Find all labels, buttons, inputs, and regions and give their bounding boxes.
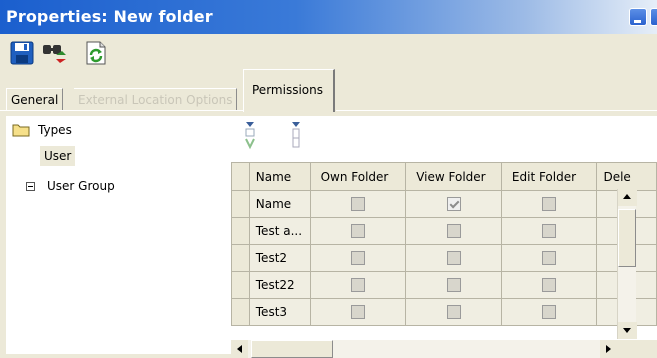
- table-row[interactable]: Name: [231, 190, 657, 218]
- horizontal-scrollbar[interactable]: [231, 340, 617, 358]
- table-row[interactable]: Test22: [231, 271, 657, 299]
- grid-header-row: Name Own Folder View Folder Edit Folder …: [231, 162, 657, 191]
- cell-own-folder: [309, 271, 407, 299]
- permission-checkbox[interactable]: [446, 305, 461, 320]
- permission-checkbox[interactable]: [350, 197, 365, 212]
- arrow-up-icon: [623, 194, 631, 199]
- tab-divider: [336, 110, 657, 111]
- table-row[interactable]: Test2: [231, 244, 657, 272]
- cell-name: Name: [248, 190, 311, 218]
- column-header-name[interactable]: Name: [248, 162, 311, 191]
- uncheck-all-button[interactable]: [289, 120, 303, 150]
- tab-external-location-options: External Location Options: [74, 88, 238, 110]
- maximize-button[interactable]: [650, 8, 657, 26]
- title-bar: Properties: New folder: [0, 0, 657, 34]
- refresh-button[interactable]: [82, 39, 110, 67]
- save-icon: [10, 41, 34, 65]
- table-row[interactable]: Test3: [231, 298, 657, 326]
- cell-view-folder: [405, 271, 502, 299]
- scroll-left-button[interactable]: [231, 340, 248, 358]
- permissions-grid: Name Own Folder View Folder Edit Folder …: [231, 162, 657, 326]
- save-button[interactable]: [8, 39, 36, 67]
- permission-checkbox[interactable]: [446, 224, 461, 239]
- scrollbar-corner: [617, 340, 657, 358]
- permission-checkbox[interactable]: [350, 305, 365, 320]
- arrow-right-icon: [606, 345, 611, 353]
- window-title: Properties: New folder: [6, 7, 213, 26]
- cell-name: Test2: [248, 244, 311, 272]
- column-header-delete[interactable]: Dele: [596, 162, 657, 191]
- cell-name: Test a...: [248, 217, 311, 245]
- permission-checkbox[interactable]: [446, 197, 461, 212]
- scroll-up-button[interactable]: [618, 189, 637, 206]
- uncheck-all-icon: [292, 122, 300, 148]
- permission-checkbox[interactable]: [542, 305, 557, 320]
- tree-item-label: User Group: [47, 179, 115, 193]
- tree-item-label: User: [44, 149, 72, 163]
- cell-own-folder: [309, 244, 407, 272]
- tree-item-label: Types: [38, 123, 72, 137]
- permission-checkbox[interactable]: [350, 251, 365, 266]
- permission-checkbox[interactable]: [542, 197, 557, 212]
- row-selector[interactable]: [231, 271, 250, 299]
- collapse-icon[interactable]: [26, 181, 35, 191]
- scroll-right-button[interactable]: [600, 340, 617, 358]
- permission-checkbox[interactable]: [542, 278, 557, 293]
- cell-own-folder: [309, 217, 407, 245]
- column-header-own-folder[interactable]: Own Folder: [309, 162, 407, 191]
- cell-edit-folder: [500, 298, 598, 326]
- cell-edit-folder: [500, 190, 598, 218]
- cell-view-folder: [405, 298, 502, 326]
- cell-name: Test22: [248, 271, 311, 299]
- row-selector[interactable]: [231, 190, 250, 218]
- folder-icon: [12, 124, 30, 137]
- row-selector[interactable]: [231, 298, 250, 326]
- check-all-icon: [245, 122, 255, 150]
- vertical-scroll-thumb[interactable]: [618, 209, 636, 267]
- scroll-down-button[interactable]: [618, 322, 637, 339]
- permission-checkbox[interactable]: [446, 278, 461, 293]
- permissions-toolbar: [231, 116, 657, 162]
- find-replace-icon: [43, 45, 66, 63]
- tab-general[interactable]: General: [6, 88, 64, 110]
- types-tree: Types User User Group: [6, 116, 231, 354]
- column-header-view-folder[interactable]: View Folder: [405, 162, 502, 191]
- horizontal-scroll-thumb[interactable]: [251, 340, 333, 358]
- row-selector-header: [231, 162, 250, 191]
- cell-own-folder: [309, 190, 407, 218]
- row-selector[interactable]: [231, 217, 250, 245]
- cell-view-folder: [405, 217, 502, 245]
- tree-item-user[interactable]: User: [40, 146, 76, 166]
- refresh-icon: [86, 41, 106, 65]
- cell-edit-folder: [500, 271, 598, 299]
- column-header-edit-folder[interactable]: Edit Folder: [500, 162, 598, 191]
- arrow-down-icon: [623, 328, 631, 333]
- permission-checkbox[interactable]: [350, 224, 365, 239]
- arrow-left-icon: [237, 345, 242, 353]
- cell-edit-folder: [500, 217, 598, 245]
- vertical-scrollbar[interactable]: [617, 189, 637, 339]
- find-replace-button[interactable]: [40, 39, 68, 67]
- permission-checkbox[interactable]: [542, 224, 557, 239]
- row-selector[interactable]: [231, 244, 250, 272]
- cell-own-folder: [309, 298, 407, 326]
- cell-name: Test3: [248, 298, 311, 326]
- tab-divider: [0, 110, 243, 111]
- tab-permissions[interactable]: Permissions: [243, 69, 335, 112]
- check-all-button[interactable]: [243, 120, 257, 150]
- cell-edit-folder: [500, 244, 598, 272]
- tree-item-types[interactable]: Types: [12, 120, 72, 140]
- minimize-button[interactable]: [629, 8, 647, 26]
- tree-item-user-group[interactable]: User Group: [26, 176, 115, 196]
- cell-view-folder: [405, 244, 502, 272]
- permission-checkbox[interactable]: [542, 251, 557, 266]
- table-row[interactable]: Test a...: [231, 217, 657, 245]
- cell-view-folder: [405, 190, 502, 218]
- permission-checkbox[interactable]: [446, 251, 461, 266]
- permission-checkbox[interactable]: [350, 278, 365, 293]
